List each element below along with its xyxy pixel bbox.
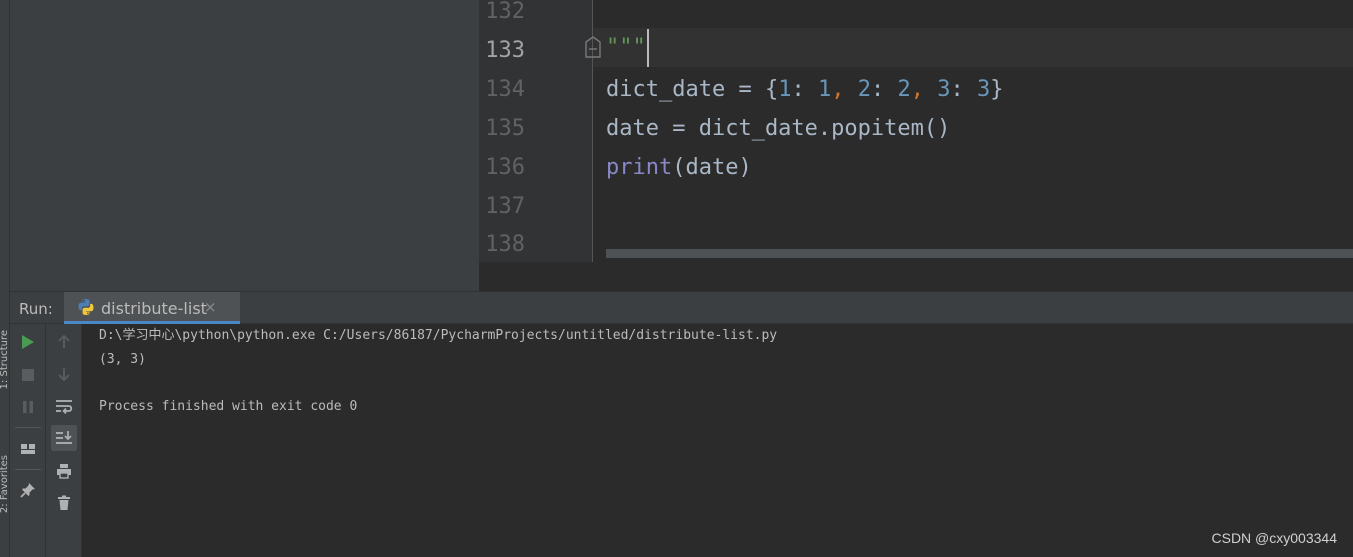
trash-icon[interactable] (51, 490, 77, 516)
structure-stripe-button[interactable]: 1: Structure (0, 330, 10, 389)
code-token: 3 (937, 77, 951, 102)
code-token: , (831, 77, 858, 102)
project-panel (10, 0, 479, 291)
code-token: 2 (857, 77, 871, 102)
code-token: 2 (897, 77, 911, 102)
text-caret (646, 29, 649, 67)
run-console-output[interactable]: D:\学习中心\python\python.exe C:/Users/86187… (82, 324, 1353, 557)
close-icon[interactable]: × (204, 298, 217, 316)
run-tool-window-header: Run: distribute-list × (10, 291, 1353, 324)
fold-marker-icon[interactable] (583, 36, 603, 58)
favorites-stripe-button[interactable]: 2: Favorites (0, 455, 10, 513)
code-line-135: date = dict_date.popitem() (606, 116, 951, 141)
line-number: 138 (485, 232, 525, 257)
left-tool-stripe: 1: Structure 2: Favorites (0, 0, 10, 557)
docstring-quotes: """ (606, 35, 646, 60)
toolbar-separator (15, 469, 41, 470)
code-token: 3 (976, 77, 991, 102)
up-arrow-icon[interactable] (51, 329, 77, 355)
run-icon[interactable] (15, 329, 41, 355)
code-token: } (990, 77, 1004, 102)
code-token: : (791, 77, 818, 102)
scroll-to-end-icon[interactable] (51, 425, 77, 451)
python-icon (78, 299, 94, 315)
horizontal-scrollbar[interactable] (606, 249, 1353, 258)
down-arrow-icon[interactable] (51, 361, 77, 387)
toolbar-separator (15, 427, 41, 428)
code-line-134: dict_date = {1: 1, 2: 2, 3: 3} (606, 70, 1003, 109)
line-number-current: 133 (485, 38, 525, 63)
line-number: 136 (485, 155, 525, 180)
code-line-136: print(date) (606, 148, 752, 187)
code-token: : (950, 77, 977, 102)
soft-wrap-icon[interactable] (51, 393, 77, 419)
code-token: dict_date = { (606, 77, 779, 102)
stop-icon[interactable] (15, 362, 41, 388)
console-line-output: (3, 3) (99, 352, 146, 367)
run-tab-distribute-list[interactable]: distribute-list × (64, 292, 240, 324)
code-editor[interactable]: 132 133 134 135 136 137 138 """ dict_dat… (479, 0, 1353, 262)
run-tab-label: distribute-list (101, 299, 207, 318)
code-token: (date) (672, 155, 752, 180)
code-token: 1 (778, 77, 792, 102)
run-toolbar-secondary (46, 324, 82, 557)
current-line-highlight (593, 28, 1353, 67)
line-number: 134 (485, 77, 525, 102)
horizontal-scrollbar-thumb[interactable] (606, 249, 1353, 258)
editor-bottom-area (479, 262, 1353, 291)
csdn-watermark: CSDN @cxy003344 (1211, 530, 1338, 546)
code-token-builtin: print (606, 155, 673, 180)
console-line-command: D:\学习中心\python\python.exe C:/Users/86187… (99, 328, 778, 343)
line-number: 137 (485, 194, 525, 219)
code-token: : (870, 77, 898, 102)
line-number: 132 (485, 0, 525, 24)
print-icon[interactable] (51, 458, 77, 484)
code-token: , (910, 77, 938, 102)
layout-icon[interactable] (15, 436, 41, 462)
pause-icon[interactable] (15, 394, 41, 420)
code-token: 1 (817, 77, 832, 102)
line-number: 135 (485, 116, 525, 141)
console-line-exit-status: Process finished with exit code 0 (99, 399, 358, 414)
run-title: Run: (19, 300, 53, 318)
pin-icon[interactable] (15, 477, 41, 503)
code-line-133: """ (606, 28, 649, 67)
run-toolbar-primary (10, 324, 46, 557)
editor-gutter: 132 133 134 135 136 137 138 (479, 0, 593, 262)
